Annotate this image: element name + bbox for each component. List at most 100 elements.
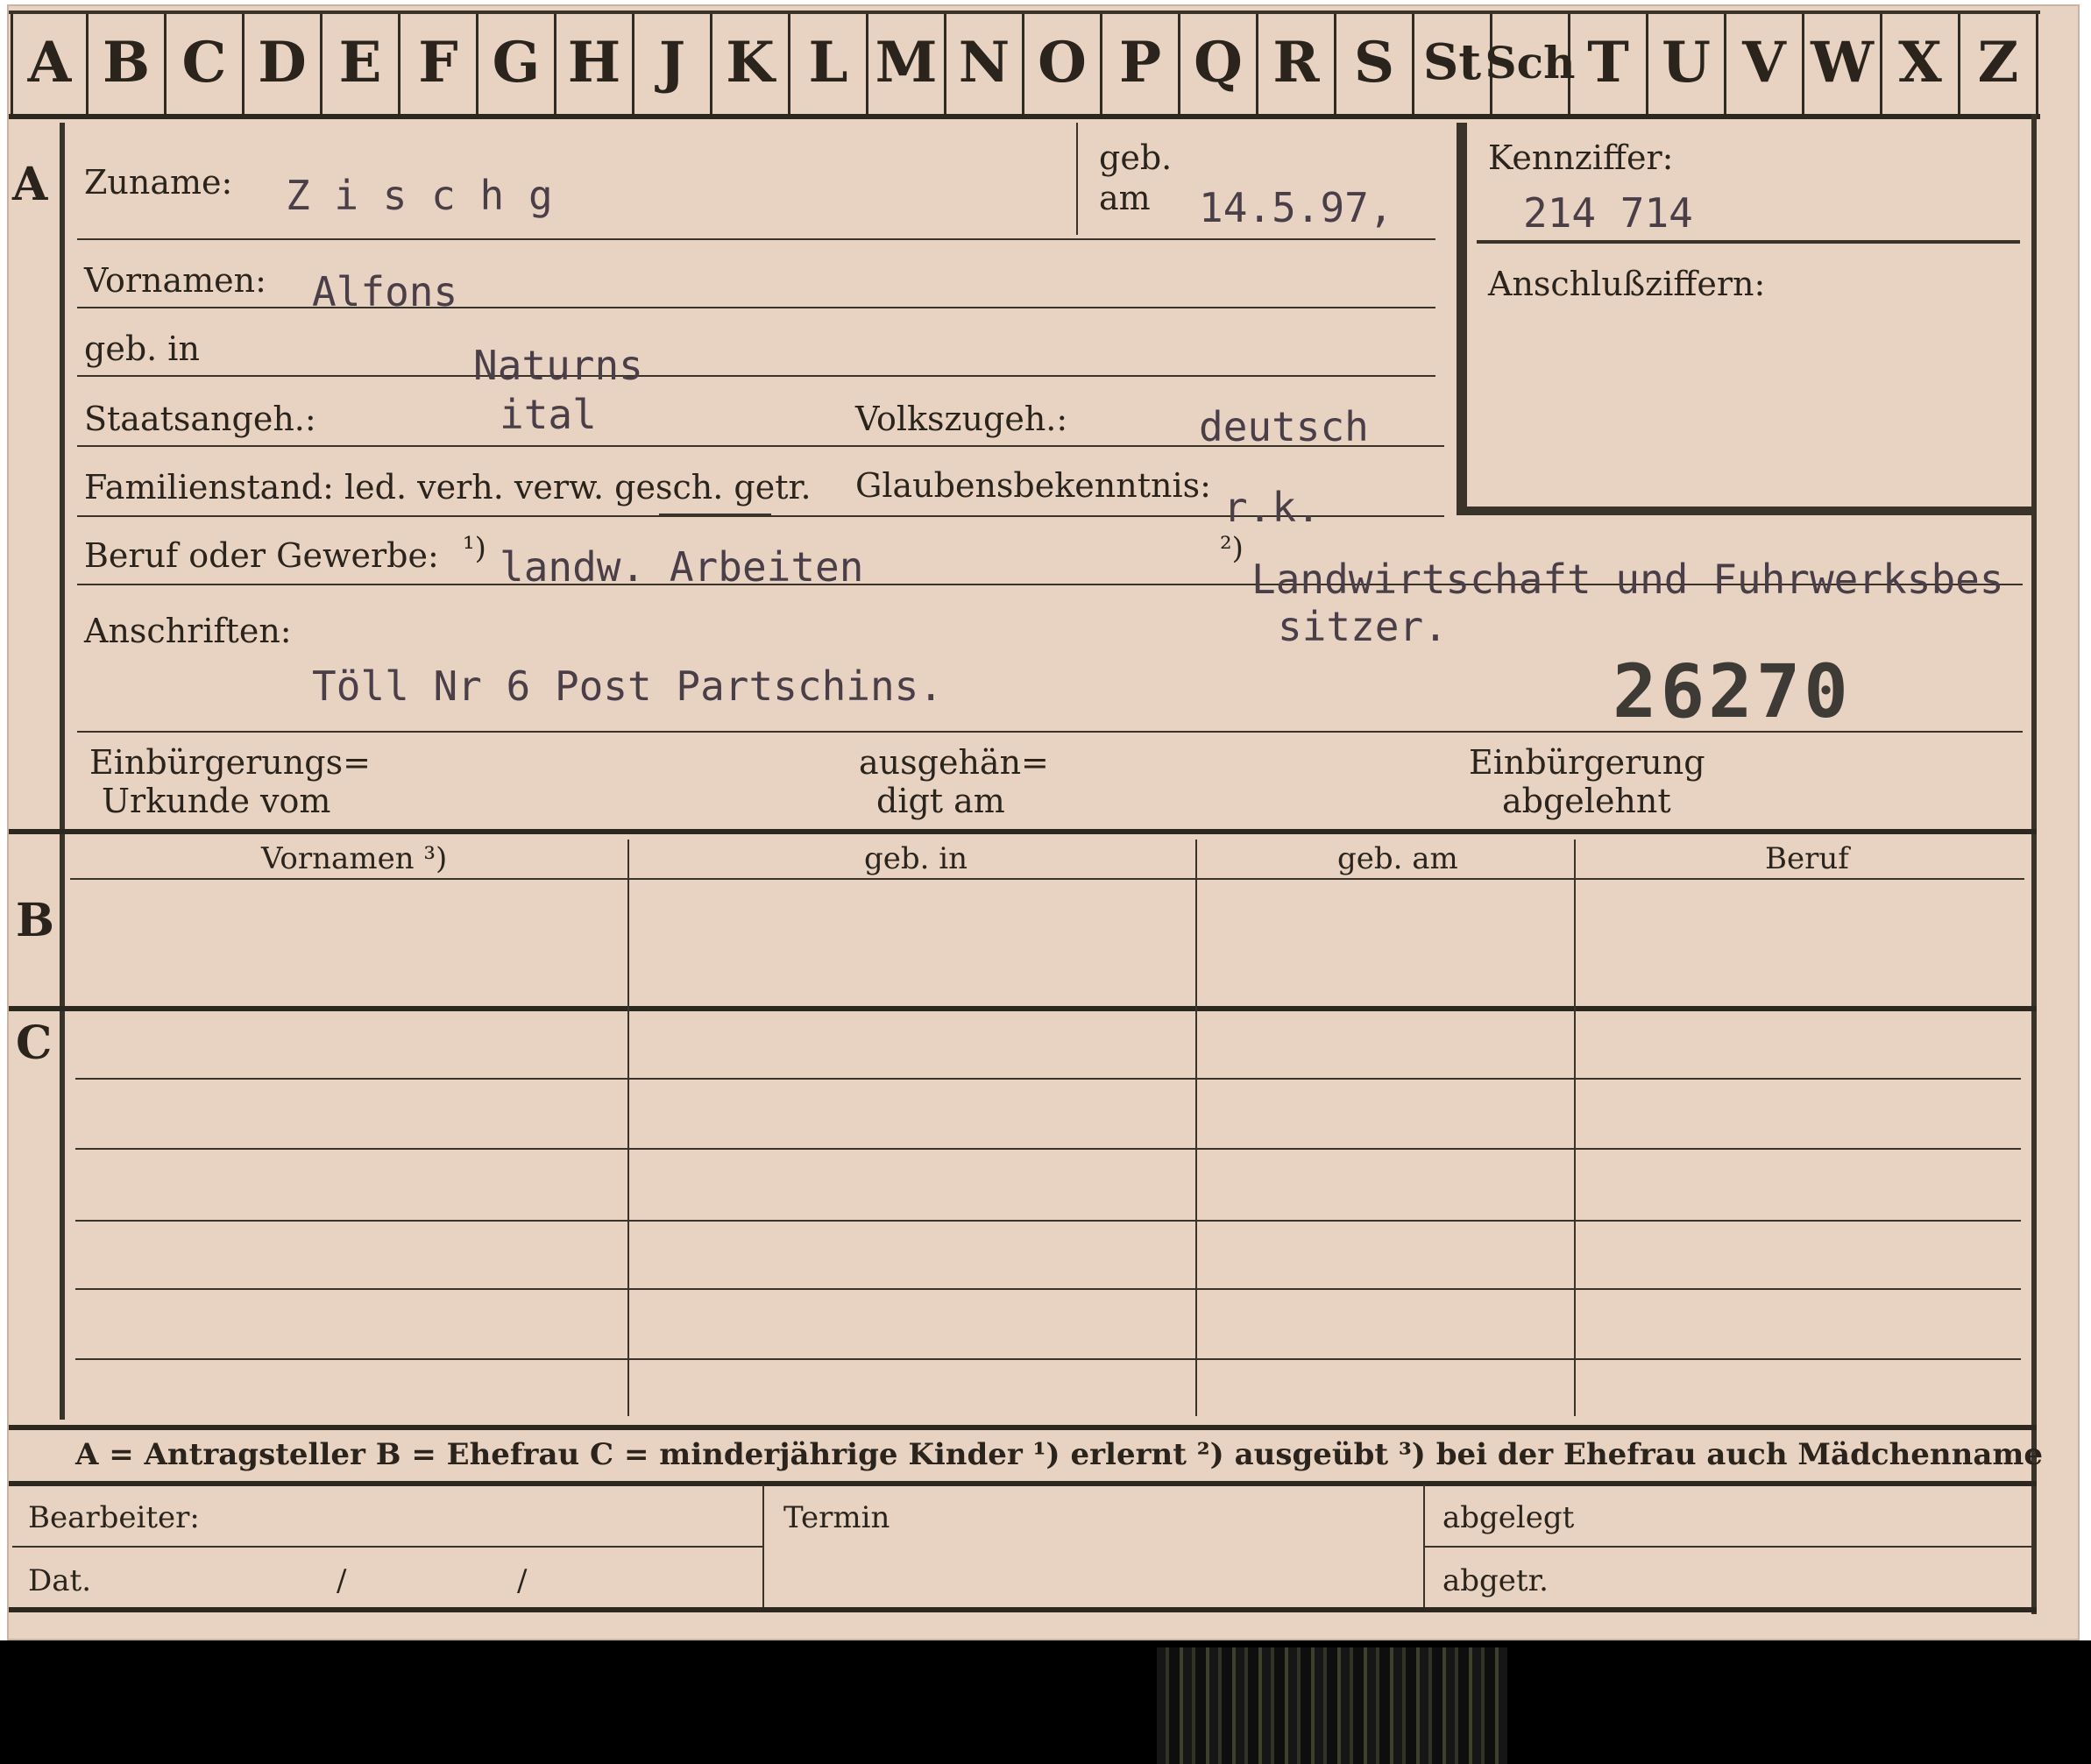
index-card	[7, 4, 2080, 1640]
alphabet-tab-3[interactable]: D	[245, 11, 323, 114]
alphabet-tab-8[interactable]: J	[634, 11, 712, 114]
alphabet-tab-0[interactable]: A	[11, 11, 89, 114]
alphabet-tab-2[interactable]: C	[167, 11, 245, 114]
kennziffer-divider	[1477, 240, 2020, 244]
alphabet-tab-23[interactable]: W	[1804, 11, 1882, 114]
abgelehnt-label-2: abgelehnt	[1502, 782, 1671, 820]
anschluss-label: Anschlußziffern:	[1488, 265, 1766, 303]
alphabet-tab-25[interactable]: Z	[1960, 11, 2038, 114]
alphabet-tab-9[interactable]: K	[712, 11, 790, 114]
vornamen-underline	[77, 307, 1435, 308]
beruf-value-1: landw. Arbeiten	[500, 543, 864, 591]
anschriften-value: Töll Nr 6 Post Partschins.	[312, 662, 944, 710]
glauben-label: Glaubensbekenntnis:	[855, 466, 1211, 505]
geb-divider	[1076, 123, 1078, 235]
section-c-top-border	[9, 1006, 2037, 1011]
beruf-label: Beruf oder Gewerbe:	[84, 536, 439, 575]
geb-label: geb.	[1099, 138, 1173, 177]
alphabet-tab-15[interactable]: Q	[1180, 11, 1258, 114]
beruf-mark-2: ²)	[1220, 531, 1244, 566]
volks-value: deutsch	[1199, 403, 1369, 450]
alphabet-tab-20[interactable]: T	[1570, 11, 1648, 114]
child-row-line-4	[75, 1288, 2021, 1290]
glauben-value: r.k.	[1223, 484, 1321, 531]
card-bottom-border	[9, 1607, 2037, 1612]
bearbeiter-label: Bearbeiter:	[28, 1500, 200, 1535]
zuname-value: Z i s c h g	[286, 172, 553, 219]
vornamen-value: Alfons	[312, 268, 458, 315]
dat-label: Dat.	[28, 1563, 92, 1598]
beruf-mark-1: ¹)	[463, 531, 486, 566]
col-divider-2	[1195, 839, 1197, 1416]
staats-label: Staatsangeh.:	[84, 400, 316, 438]
familienstand-label: Familienstand: led. verh. verw. gesch. g…	[84, 468, 812, 507]
col-header-vornamen: Vornamen ³)	[261, 841, 448, 876]
staats-value: ital	[500, 391, 597, 438]
dat-slash-1: /	[337, 1563, 347, 1598]
alphabet-tab-4[interactable]: E	[323, 11, 400, 114]
left-section-divider	[60, 123, 65, 1420]
beruf-value-2: Landwirtschaft und Fuhrwerksbes	[1251, 556, 2004, 603]
alphabet-tab-17[interactable]: S	[1336, 11, 1414, 114]
alphabet-tab-1[interactable]: B	[89, 11, 167, 114]
ausgehaen-label-2: digt am	[876, 782, 1005, 820]
vornamen-label: Vornamen:	[84, 261, 266, 300]
alphabet-tab-21[interactable]: U	[1648, 11, 1726, 114]
legend-bottom-border	[9, 1481, 2037, 1486]
alphabet-tab-14[interactable]: P	[1102, 11, 1180, 114]
stamp-number: 26270	[1613, 648, 1852, 734]
alphabet-tab-16[interactable]: R	[1258, 11, 1336, 114]
ausgehaen-label-1: ausgehän=	[859, 743, 1049, 782]
col-header-geb-in: geb. in	[864, 841, 968, 876]
urkunde-label-2: Urkunde vom	[102, 782, 331, 820]
volks-label: Volkszugeh.:	[855, 400, 1068, 438]
tab-row-top-border	[9, 11, 2040, 14]
alphabet-tab-11[interactable]: M	[868, 11, 946, 114]
familienstand-mark	[659, 514, 771, 517]
col-header-beruf: Beruf	[1765, 841, 1849, 876]
kennziffer-value: 214 714	[1523, 189, 1693, 237]
abgetr-label: abgetr.	[1442, 1563, 1549, 1598]
child-row-line-5	[75, 1358, 2021, 1360]
termin-label: Termin	[783, 1500, 890, 1535]
background-scan-edge	[0, 1640, 2091, 1764]
alphabet-tab-10[interactable]: L	[790, 11, 868, 114]
dat-slash-2: /	[517, 1563, 528, 1598]
alphabet-tab-22[interactable]: V	[1726, 11, 1804, 114]
zuname-label: Zuname:	[84, 163, 233, 202]
alphabet-tab-6[interactable]: G	[478, 11, 556, 114]
am-label: am	[1099, 179, 1151, 217]
background-stripes	[1157, 1647, 1507, 1764]
alphabet-tab-12[interactable]: N	[946, 11, 1024, 114]
legend-text: A = Antragsteller B = Ehefrau C = minder…	[75, 1437, 2043, 1472]
legend-top-border	[9, 1425, 2037, 1430]
kennziffer-box-left	[1457, 123, 1467, 515]
tab-row-bottom-border	[9, 114, 2040, 119]
col-divider-3	[1574, 839, 1576, 1416]
urkunde-label-1: Einbürgerungs=	[89, 743, 371, 782]
alphabet-tab-13[interactable]: O	[1024, 11, 1102, 114]
alphabet-tab-24[interactable]: X	[1882, 11, 1960, 114]
alphabet-tab-5[interactable]: F	[400, 11, 478, 114]
section-b-header-line	[70, 878, 2024, 880]
alphabet-tab-7[interactable]: H	[556, 11, 634, 114]
abgelehnt-label-1: Einbürgerung	[1469, 743, 1705, 782]
child-row-line-3	[75, 1220, 2021, 1222]
kennziffer-box-bottom	[1457, 507, 2031, 515]
geb-date-value: 14.5.97,	[1199, 184, 1393, 231]
bearbeiter-line	[12, 1546, 762, 1548]
right-border	[2031, 114, 2037, 1614]
abgelegt-line	[1425, 1546, 2033, 1548]
footer-divider-1	[762, 1484, 764, 1607]
anschriften-label: Anschriften:	[84, 612, 292, 650]
geb-in-label: geb. in	[84, 329, 200, 368]
beruf-value-2b: sitzer.	[1278, 603, 1448, 650]
alphabet-tab-19[interactable]: Sch	[1485, 11, 1575, 114]
zuname-underline	[77, 238, 1435, 240]
section-letter-c: C	[16, 1017, 53, 1070]
section-letter-a: A	[12, 158, 48, 211]
geb-in-underline	[77, 375, 1435, 377]
alphabet-tab-18[interactable]: St	[1414, 11, 1492, 114]
abgelegt-label: abgelegt	[1442, 1500, 1575, 1535]
section-letter-b: B	[16, 894, 54, 947]
